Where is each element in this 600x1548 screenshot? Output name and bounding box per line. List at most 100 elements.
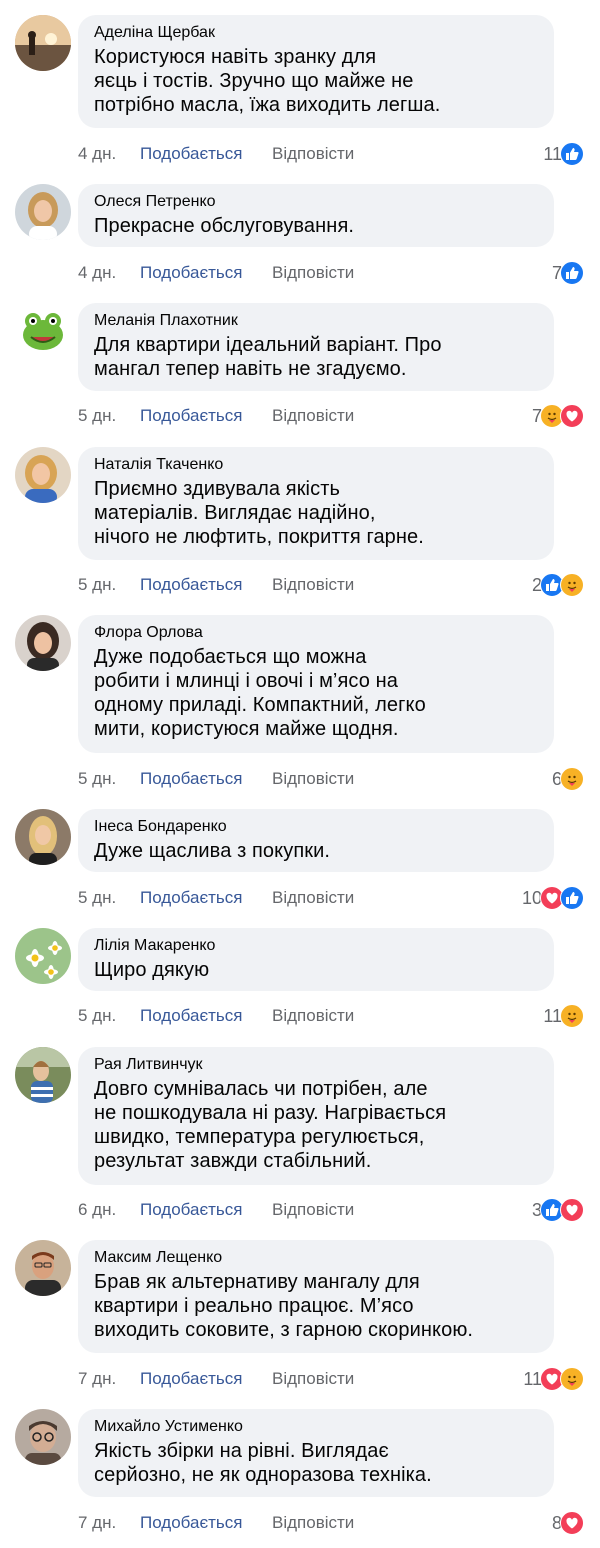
- reply-link[interactable]: Відповісти: [272, 887, 354, 909]
- comment-actions: 6 дн. Подобається Відповісти: [78, 1199, 354, 1221]
- comment-author[interactable]: Михайло Устименко: [94, 1417, 540, 1437]
- comment-bubble: Максим Лещенко Брав як альтернативу манг…: [78, 1240, 554, 1353]
- like-icon: [560, 261, 584, 285]
- avatar[interactable]: [15, 303, 71, 359]
- comment-actions: 5 дн. Подобається Відповісти: [78, 574, 354, 596]
- care-icon: [560, 1367, 584, 1391]
- like-link[interactable]: Подобається: [140, 262, 272, 284]
- woman-blonde-avatar-image: [15, 447, 71, 503]
- comment-author[interactable]: Рая Литвинчук: [94, 1055, 540, 1075]
- like-link[interactable]: Подобається: [140, 405, 272, 427]
- reaction-summary[interactable]: 6: [552, 766, 584, 792]
- woman-blonde-avatar-image: [15, 184, 71, 240]
- reply-link[interactable]: Відповісти: [272, 1512, 354, 1534]
- comment-text: Для квартири ідеальний варіант. Про манг…: [94, 334, 442, 380]
- avatar[interactable]: [15, 15, 71, 71]
- comment-time[interactable]: 5 дн.: [78, 1005, 140, 1027]
- reply-link[interactable]: Відповісти: [272, 768, 354, 790]
- reply-link[interactable]: Відповісти: [272, 1368, 354, 1390]
- comment-text: Дуже подобається що можна робити і млинц…: [94, 646, 426, 740]
- reaction-summary[interactable]: 7: [532, 403, 584, 429]
- avatar[interactable]: [15, 447, 71, 503]
- avatar[interactable]: [15, 184, 71, 240]
- man-glasses-avatar-image: [15, 1409, 71, 1465]
- comment-bubble: Інеса Бондаренко Дуже щаслива з покупки.: [78, 809, 554, 872]
- reaction-summary[interactable]: 8: [552, 1510, 584, 1536]
- like-link[interactable]: Подобається: [140, 1512, 272, 1534]
- reply-link[interactable]: Відповісти: [272, 405, 354, 427]
- comment-author[interactable]: Меланія Плахотник: [94, 311, 540, 331]
- reply-link[interactable]: Відповісти: [272, 574, 354, 596]
- avatar[interactable]: [15, 809, 71, 865]
- comment-actions: 5 дн. Подобається Відповісти: [78, 887, 354, 909]
- comment-text: Приємно здивувала якість матеріалів. Виг…: [94, 478, 424, 548]
- like-link[interactable]: Подобається: [140, 143, 272, 165]
- reaction-count: 10: [521, 888, 542, 908]
- comment-actions: 7 дн. Подобається Відповісти: [78, 1368, 354, 1390]
- comment-time[interactable]: 4 дн.: [78, 143, 140, 165]
- comment-time[interactable]: 4 дн.: [78, 262, 140, 284]
- comment-author[interactable]: Інеса Бондаренко: [94, 817, 540, 837]
- like-link[interactable]: Подобається: [140, 1005, 272, 1027]
- comment-time[interactable]: 5 дн.: [78, 574, 140, 596]
- comment-actions: 5 дн. Подобається Відповісти: [78, 1005, 354, 1027]
- woman-dark-avatar-image: [15, 615, 71, 671]
- comment-author[interactable]: Аделіна Щербак: [94, 23, 540, 43]
- reaction-summary[interactable]: 11: [543, 1003, 584, 1029]
- like-link[interactable]: Подобається: [140, 887, 272, 909]
- comment-text: Брав як альтернативу мангалу для квартир…: [94, 1271, 474, 1341]
- comment-time[interactable]: 5 дн.: [78, 405, 140, 427]
- like-link[interactable]: Подобається: [140, 1199, 272, 1221]
- like-link[interactable]: Подобається: [140, 574, 272, 596]
- reaction-summary[interactable]: 10: [522, 885, 584, 911]
- comment-time[interactable]: 7 дн.: [78, 1512, 140, 1534]
- comment-text: Якість збірки на рівні. Виглядає серйозн…: [94, 1440, 432, 1486]
- comment-bubble: Наталія Ткаченко Приємно здивувала якіст…: [78, 447, 554, 560]
- avatar[interactable]: [15, 1240, 71, 1296]
- comment-bubble: Лілія Макаренко Щиро дякую: [78, 928, 554, 991]
- avatar[interactable]: [15, 1409, 71, 1465]
- reply-link[interactable]: Відповісти: [272, 262, 354, 284]
- comment-actions: 5 дн. Подобається Відповісти: [78, 768, 354, 790]
- comment-bubble: Олеся Петренко Прекрасне обслуговування.: [78, 184, 554, 247]
- love-icon: [560, 1511, 584, 1535]
- like-link[interactable]: Подобається: [140, 768, 272, 790]
- woman-outdoor-avatar-image: [15, 1047, 71, 1103]
- man-avatar-image: [15, 1240, 71, 1296]
- comment-bubble: Меланія Плахотник Для квартири ідеальний…: [78, 303, 554, 391]
- comment-time[interactable]: 7 дн.: [78, 1368, 140, 1390]
- comment-text: Щиро дякую: [94, 959, 210, 981]
- reaction-summary[interactable]: 2: [532, 572, 584, 598]
- like-icon: [560, 142, 584, 166]
- reaction-summary[interactable]: 11: [543, 141, 584, 167]
- comment-author[interactable]: Флора Орлова: [94, 623, 540, 643]
- love-icon: [560, 404, 584, 428]
- avatar[interactable]: [15, 615, 71, 671]
- reply-link[interactable]: Відповісти: [272, 1005, 354, 1027]
- comment-time[interactable]: 6 дн.: [78, 1199, 140, 1221]
- reaction-summary[interactable]: 11: [523, 1366, 584, 1392]
- avatar[interactable]: [15, 1047, 71, 1103]
- comment-bubble: Флора Орлова Дуже подобається що можна р…: [78, 615, 554, 753]
- comment-time[interactable]: 5 дн.: [78, 887, 140, 909]
- reply-link[interactable]: Відповісти: [272, 143, 354, 165]
- love-icon: [560, 1198, 584, 1222]
- comment-text: Довго сумнівалась чи потрібен, але не по…: [94, 1078, 447, 1172]
- reaction-summary[interactable]: 7: [552, 260, 584, 286]
- comment-time[interactable]: 5 дн.: [78, 768, 140, 790]
- care-icon: [560, 767, 584, 791]
- comment-author[interactable]: Максим Лещенко: [94, 1248, 540, 1268]
- reply-link[interactable]: Відповісти: [272, 1199, 354, 1221]
- comment-text: Прекрасне обслуговування.: [94, 215, 355, 237]
- frog-avatar-image: [15, 303, 71, 359]
- like-icon: [560, 886, 584, 910]
- reaction-summary[interactable]: 3: [532, 1197, 584, 1223]
- comment-author[interactable]: Олеся Петренко: [94, 192, 540, 212]
- comment-text: Користуюся навіть зранку для яєць і тост…: [94, 46, 441, 116]
- like-link[interactable]: Подобається: [140, 1368, 272, 1390]
- care-icon: [560, 573, 584, 597]
- comment-bubble: Михайло Устименко Якість збірки на рівні…: [78, 1409, 554, 1497]
- comment-author[interactable]: Наталія Ткаченко: [94, 455, 540, 475]
- comment-author[interactable]: Лілія Макаренко: [94, 936, 540, 956]
- avatar[interactable]: [15, 928, 71, 984]
